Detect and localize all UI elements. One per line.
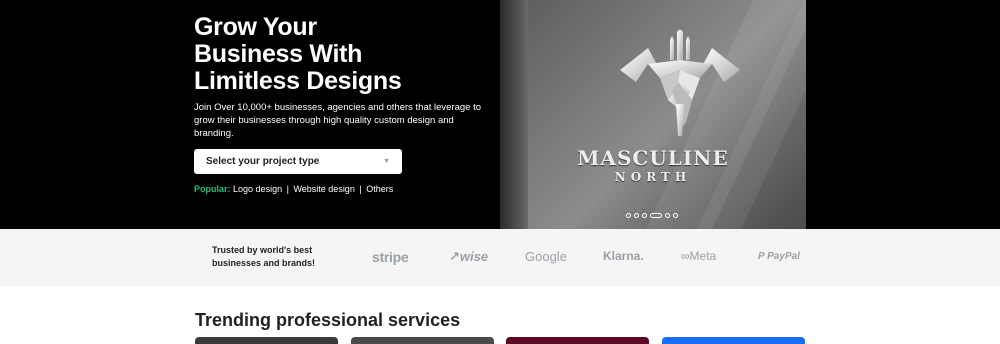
hero-content: Grow Your Business With Limitless Design… — [194, 14, 494, 194]
trusted-text: Trusted by world's best businesses and b… — [212, 245, 316, 268]
carousel-dot[interactable] — [673, 213, 678, 218]
brand-logo-meta: ∞Meta — [681, 249, 717, 263]
service-card[interactable] — [351, 337, 494, 344]
hero-title-line: Limitless Designs — [194, 67, 402, 95]
popular-link-others[interactable]: Others — [366, 184, 393, 194]
popular-label: Popular: — [194, 184, 231, 194]
brand-logo-stripe: stripe — [372, 249, 409, 265]
brand-logo-wise: ↗wise — [449, 249, 489, 264]
project-type-select[interactable]: Select your project type ▼ — [194, 149, 402, 174]
separator: | — [359, 184, 362, 194]
separator: | — [286, 184, 289, 194]
chevron-down-icon: ▼ — [383, 158, 390, 165]
carousel-dot[interactable] — [642, 213, 647, 218]
brand-logo-paypal: P PayPal — [758, 251, 800, 262]
carousel-dot[interactable] — [634, 213, 639, 218]
service-card[interactable] — [662, 337, 805, 344]
select-placeholder: Select your project type — [206, 156, 320, 167]
masculine-north-logo-icon — [620, 30, 740, 136]
popular-links: Popular: Logo design | Website design | … — [194, 184, 393, 194]
hero-image — [500, 0, 806, 229]
carousel-dot-active[interactable] — [650, 213, 662, 218]
hero-title-line: Business With — [194, 40, 363, 68]
hero-title-line: Grow Your — [194, 13, 317, 41]
service-card[interactable] — [506, 337, 649, 344]
carousel-dot[interactable] — [626, 213, 631, 218]
hero-description: Join Over 10,000+ businesses, agencies a… — [194, 102, 482, 139]
brand-logo-google: Google — [525, 249, 567, 264]
popular-link-website-design[interactable]: Website design — [293, 184, 354, 194]
popular-link-logo-design[interactable]: Logo design — [233, 184, 282, 194]
image-brand-name: MASCULINE — [577, 146, 729, 170]
brand-logo-klarna: Klarna. — [603, 249, 644, 263]
hero-title: Grow Your Business With Limitless Design… — [194, 14, 494, 95]
trending-section-title: Trending professional services — [195, 310, 461, 330]
image-brand-subname: NORTH — [614, 170, 692, 184]
trusted-brands-bar: Trusted by world's best businesses and b… — [0, 229, 1000, 286]
carousel-dots — [626, 213, 678, 218]
hero-section: Grow Your Business With Limitless Design… — [0, 0, 1000, 229]
carousel-dot[interactable] — [665, 213, 670, 218]
service-card[interactable] — [195, 337, 338, 344]
